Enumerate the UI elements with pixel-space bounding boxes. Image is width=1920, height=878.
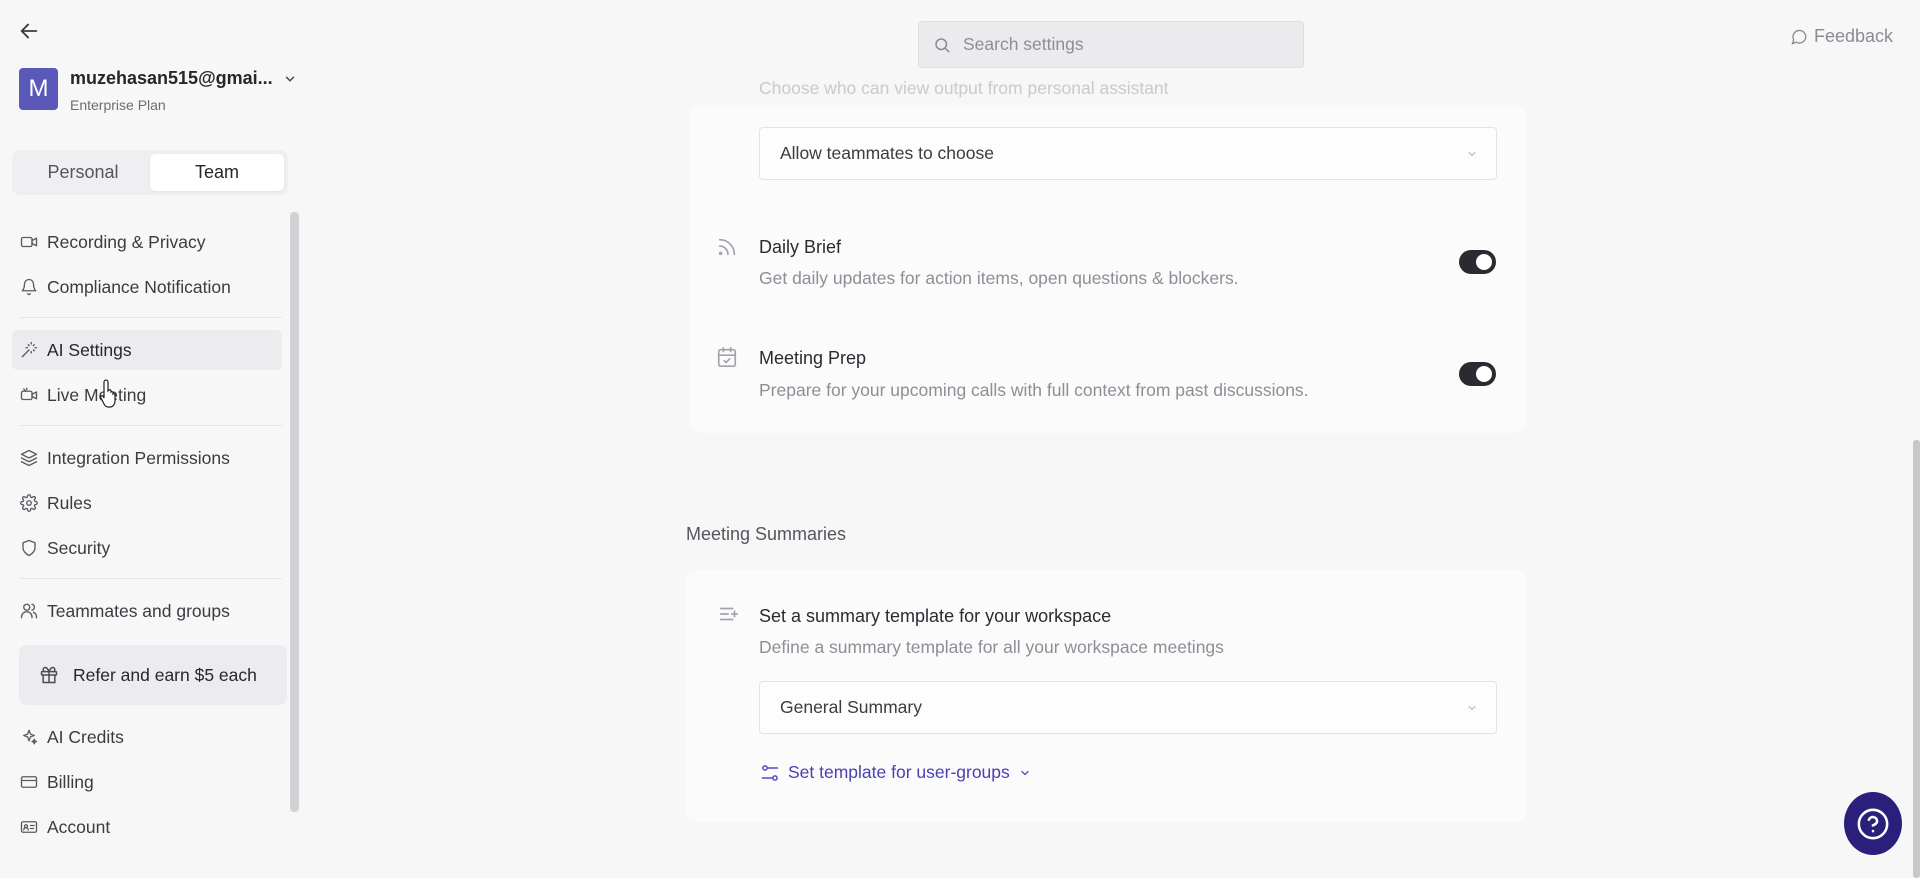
sidebar-item-label: Compliance Notification <box>47 276 231 297</box>
scope-toggle: Personal Team <box>12 150 288 195</box>
meeting-prep-toggle[interactable] <box>1459 362 1496 386</box>
hand-cursor-icon <box>100 379 116 408</box>
sidebar-scrollbar[interactable] <box>290 212 299 812</box>
sidebar-item-label: Billing <box>47 771 94 792</box>
sidebar-item-label: Recording & Privacy <box>47 231 206 252</box>
account-plan: Enterprise Plan <box>70 97 166 113</box>
settings-nav: Recording & Privacy Compliance Notificat… <box>12 222 287 852</box>
gear-icon <box>20 494 38 512</box>
feedback-button[interactable]: Feedback <box>1790 26 1893 47</box>
sidebar-item-integration-permissions[interactable]: Integration Permissions <box>12 438 282 478</box>
sidebar-item-ai-settings[interactable]: AI Settings <box>12 330 282 370</box>
assistant-output-select[interactable]: Allow teammates to choose <box>759 127 1497 180</box>
refer-label: Refer and earn $5 each <box>73 664 257 685</box>
sidebar-item-compliance-notification[interactable]: Compliance Notification <box>12 267 282 307</box>
rss-icon <box>718 238 736 256</box>
shield-icon <box>22 539 36 557</box>
bell-icon <box>21 278 37 296</box>
sidebar-item-label: Integration Permissions <box>47 447 230 468</box>
summary-template-value: General Summary <box>780 697 922 717</box>
meeting-summaries-heading: Meeting Summaries <box>686 524 847 544</box>
account-email: muzehasan515@gmai... <box>70 68 273 88</box>
summary-template-description: Define a summary template for all your w… <box>759 637 1224 657</box>
calendar-check-icon <box>717 347 737 367</box>
sidebar-item-rules[interactable]: Rules <box>12 483 282 523</box>
nav-divider <box>20 578 282 579</box>
users-icon <box>20 603 38 619</box>
refer-and-earn-button[interactable]: Refer and earn $5 each <box>19 645 287 705</box>
help-button[interactable] <box>1844 792 1902 855</box>
sidebar-item-label: AI Credits <box>47 726 124 747</box>
layers-icon <box>20 449 38 467</box>
sidebar-item-billing[interactable]: Billing <box>12 762 282 802</box>
sidebar-item-account[interactable]: Account <box>12 807 282 847</box>
video-camera-icon <box>20 236 38 248</box>
chevron-down-icon <box>285 76 294 81</box>
tab-personal[interactable]: Personal <box>16 154 150 191</box>
feedback-label: Feedback <box>1814 26 1894 46</box>
sidebar-item-label: Rules <box>47 492 92 513</box>
sliders-icon <box>761 764 779 781</box>
meeting-prep-title: Meeting Prep <box>759 348 867 368</box>
message-circle-icon <box>1791 29 1807 44</box>
chevron-down-icon <box>1468 705 1476 710</box>
live-video-icon <box>20 387 38 401</box>
daily-brief-description: Get daily updates for action items, open… <box>759 268 1239 288</box>
daily-brief-toggle[interactable] <box>1459 250 1496 274</box>
back-arrow-icon[interactable] <box>18 20 40 42</box>
assistant-output-label: Choose who can view output from personal… <box>759 78 1169 98</box>
sidebar-item-label: Live Meeting <box>47 384 147 405</box>
user-groups-template-link[interactable]: Set template for user-groups <box>760 762 1031 783</box>
id-card-icon <box>20 821 38 833</box>
nav-divider <box>20 317 282 318</box>
sidebar-item-security[interactable]: Security <box>12 528 282 568</box>
sparkle-icon <box>23 729 38 745</box>
list-plus-icon <box>719 607 739 621</box>
chevron-down-icon <box>1468 151 1476 156</box>
search-input[interactable] <box>963 34 1283 55</box>
sidebar: M muzehasan515@gmai... Enterprise Plan P… <box>0 0 300 878</box>
magic-wand-icon <box>21 341 38 358</box>
sidebar-item-label: Teammates and groups <box>47 600 230 621</box>
sidebar-item-teammates-groups[interactable]: Teammates and groups <box>12 591 282 631</box>
sidebar-item-live-meeting[interactable]: Live Meeting <box>12 375 282 415</box>
sidebar-item-ai-credits[interactable]: AI Credits <box>12 717 282 757</box>
help-circle-icon <box>1857 808 1889 839</box>
credit-card-icon <box>20 776 38 788</box>
daily-brief-title: Daily Brief <box>759 237 842 257</box>
sidebar-item-label: Security <box>47 537 111 558</box>
search-icon <box>935 37 950 52</box>
sidebar-item-label: AI Settings <box>47 339 132 360</box>
summary-template-title: Set a summary template for your workspac… <box>759 606 1112 626</box>
main-scrollbar[interactable] <box>1913 440 1920 878</box>
assistant-output-value: Allow teammates to choose <box>780 143 994 163</box>
avatar: M <box>19 68 58 110</box>
meeting-prep-description: Prepare for your upcoming calls with ful… <box>759 380 1309 400</box>
gift-icon <box>40 666 58 684</box>
nav-divider <box>20 425 282 426</box>
user-groups-link-label: Set template for user-groups <box>788 762 1010 782</box>
sidebar-item-label: Account <box>47 816 111 837</box>
tab-team[interactable]: Team <box>150 154 284 191</box>
summary-template-select[interactable]: General Summary <box>759 681 1497 734</box>
sidebar-item-recording-privacy[interactable]: Recording & Privacy <box>12 222 282 262</box>
search-bar[interactable] <box>918 21 1304 68</box>
chevron-down-icon <box>1021 770 1029 775</box>
account-switcher[interactable]: M muzehasan515@gmai... Enterprise Plan <box>19 68 294 113</box>
